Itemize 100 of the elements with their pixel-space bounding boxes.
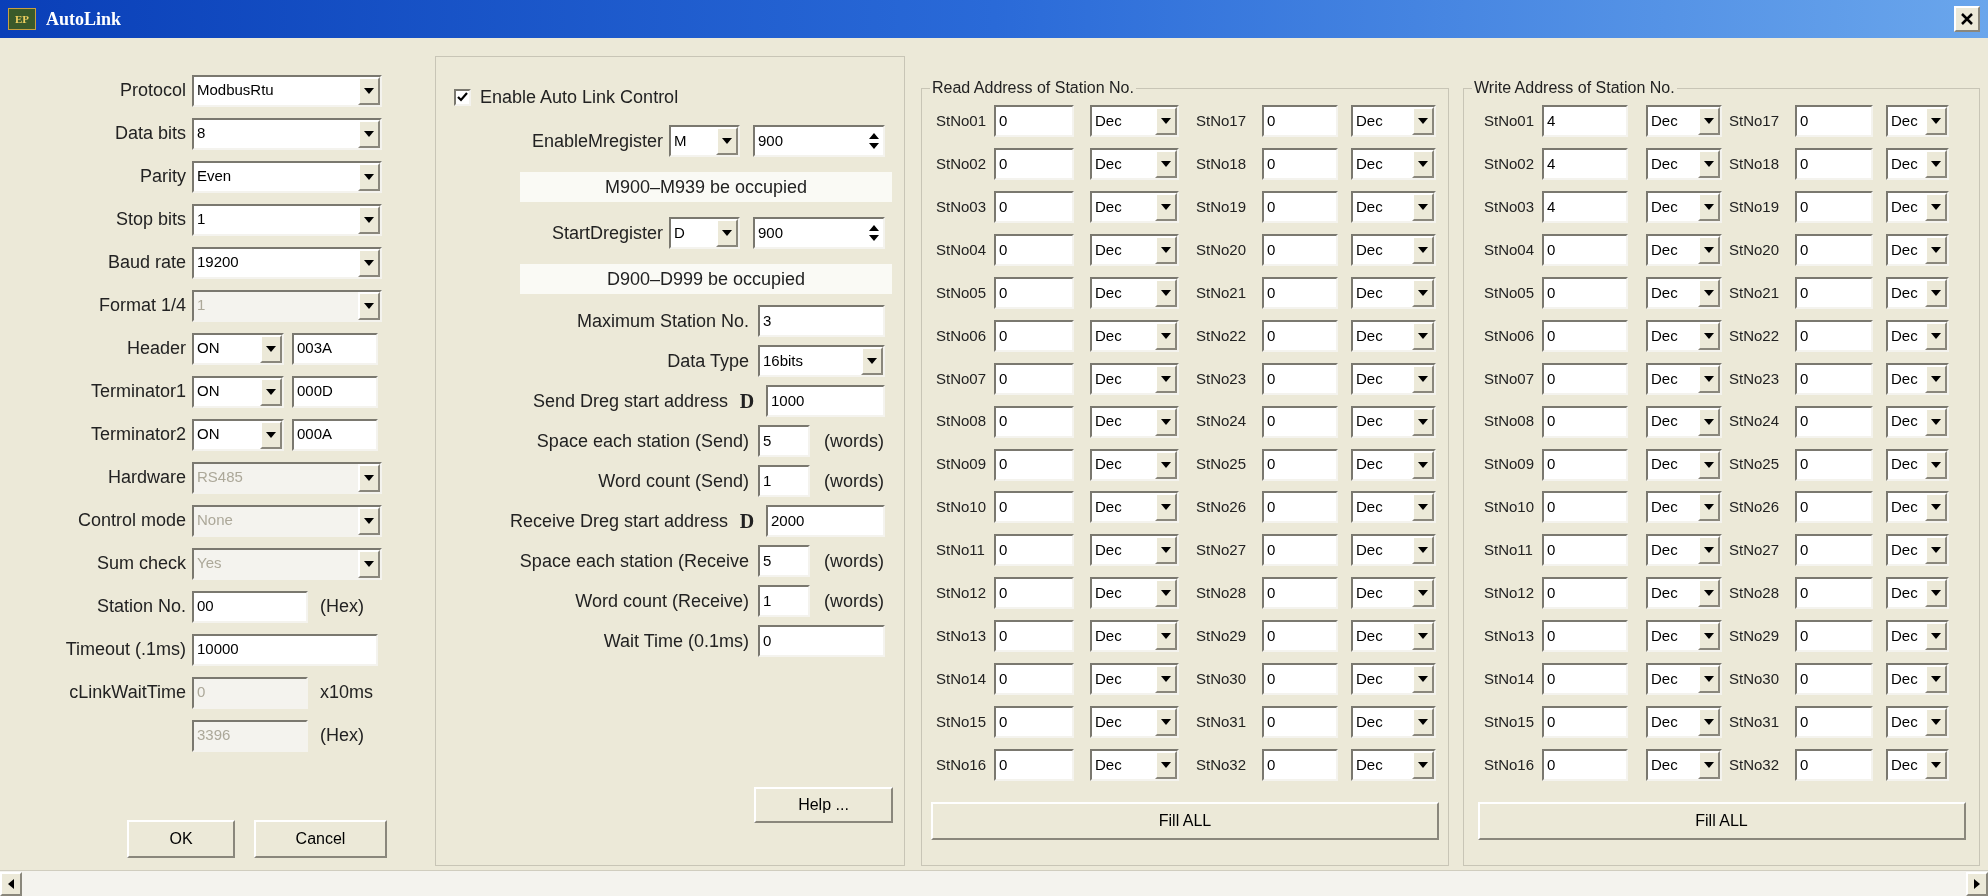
dropdown[interactable]: M xyxy=(669,125,740,157)
input-field[interactable]: 0 xyxy=(1795,663,1873,695)
input-field[interactable]: 0 xyxy=(994,319,1074,352)
input-field[interactable]: 0 xyxy=(1795,405,1873,438)
dropdown[interactable]: Dec xyxy=(1351,705,1436,738)
dropdown[interactable]: Dec xyxy=(1351,620,1436,653)
dropdown[interactable]: Dec xyxy=(1886,277,1949,309)
dropdown[interactable]: D xyxy=(669,217,740,249)
dropdown[interactable]: Dec xyxy=(1646,620,1722,653)
input-field[interactable]: 0 xyxy=(1795,577,1873,610)
input-field[interactable]: 0 xyxy=(1262,148,1338,181)
input-field[interactable]: 003A xyxy=(292,332,378,365)
input-field[interactable]: 0 xyxy=(1542,663,1628,695)
input-field[interactable]: 0 xyxy=(1542,405,1628,438)
input-field[interactable]: 0 xyxy=(994,148,1074,181)
scroll-right-icon[interactable] xyxy=(1966,871,1988,896)
input-field[interactable]: 0 xyxy=(1262,319,1338,352)
input-field[interactable]: 00 xyxy=(192,590,308,623)
dropdown[interactable]: Even xyxy=(192,160,382,193)
input-field[interactable]: 0 xyxy=(994,620,1074,653)
dropdown[interactable]: Dec xyxy=(1351,191,1436,224)
dropdown[interactable]: Dec xyxy=(1351,362,1436,395)
dropdown[interactable]: Dec xyxy=(1351,319,1436,352)
input-field[interactable]: 1 xyxy=(758,585,810,617)
input-field[interactable]: 0 xyxy=(1262,705,1338,738)
input-field[interactable]: 0 xyxy=(1542,234,1628,267)
dropdown[interactable]: Dec xyxy=(1351,405,1436,438)
input-field[interactable]: 2000 xyxy=(766,505,885,537)
input-field[interactable]: 0 xyxy=(1542,319,1628,352)
dropdown[interactable]: Dec xyxy=(1351,105,1436,138)
input-field[interactable]: 0 xyxy=(1542,491,1628,524)
scrollbar[interactable] xyxy=(0,870,1988,896)
input-field[interactable]: 0 xyxy=(994,748,1074,781)
dropdown[interactable]: ON xyxy=(192,418,284,451)
button[interactable]: Fill ALL xyxy=(931,802,1439,841)
dropdown[interactable]: ModbusRtu xyxy=(192,74,382,107)
dropdown[interactable]: Dec xyxy=(1646,491,1722,524)
button[interactable]: Help ... xyxy=(754,787,893,823)
dropdown[interactable]: Dec xyxy=(1886,534,1949,567)
dropdown[interactable]: Dec xyxy=(1351,148,1436,181)
input-field[interactable]: 000A xyxy=(292,418,378,451)
dropdown[interactable]: Dec xyxy=(1886,663,1949,695)
input-field[interactable]: 0 xyxy=(994,705,1074,738)
input-field[interactable]: 0 xyxy=(1542,277,1628,309)
input-field[interactable]: 0 xyxy=(1262,663,1338,695)
input-field[interactable]: 0 xyxy=(1262,191,1338,224)
dropdown[interactable]: Dec xyxy=(1090,663,1179,695)
dropdown[interactable]: Dec xyxy=(1090,234,1179,267)
dropdown[interactable]: Dec xyxy=(1090,319,1179,352)
input-field[interactable]: 0 xyxy=(1795,362,1873,395)
dropdown[interactable]: 1 xyxy=(192,203,382,236)
input-field[interactable]: 0 xyxy=(994,534,1074,567)
dropdown[interactable]: Dec xyxy=(1886,191,1949,224)
dropdown[interactable]: Dec xyxy=(1090,577,1179,610)
checkbox[interactable] xyxy=(454,88,471,106)
dropdown[interactable]: Dec xyxy=(1351,748,1436,781)
dropdown[interactable]: Dec xyxy=(1886,491,1949,524)
dropdown[interactable]: Dec xyxy=(1090,448,1179,481)
dropdown[interactable]: Dec xyxy=(1646,448,1722,481)
dropdown[interactable]: Dec xyxy=(1646,362,1722,395)
input-field[interactable]: 1 xyxy=(758,465,810,497)
input-field[interactable]: 0 xyxy=(1542,620,1628,653)
dropdown[interactable]: Dec xyxy=(1646,577,1722,610)
dropdown[interactable]: ON xyxy=(192,375,284,408)
input-field[interactable]: 0 xyxy=(1262,105,1338,138)
input-field[interactable]: 0 xyxy=(1262,362,1338,395)
spin-field[interactable]: 900 xyxy=(753,217,885,249)
dropdown[interactable]: Dec xyxy=(1646,534,1722,567)
input-field[interactable]: 0 xyxy=(1262,448,1338,481)
dropdown[interactable]: Dec xyxy=(1351,534,1436,567)
dropdown[interactable]: Dec xyxy=(1646,748,1722,781)
input-field[interactable]: 4 xyxy=(1542,191,1628,224)
dropdown[interactable]: Dec xyxy=(1090,191,1179,224)
input-field[interactable]: 0 xyxy=(1262,748,1338,781)
dropdown[interactable]: Dec xyxy=(1646,319,1722,352)
input-field[interactable]: 0 xyxy=(994,234,1074,267)
input-field[interactable]: 0 xyxy=(1262,491,1338,524)
dropdown[interactable]: Dec xyxy=(1886,105,1949,138)
dropdown[interactable]: Dec xyxy=(1886,620,1949,653)
dropdown[interactable]: Dec xyxy=(1090,105,1179,138)
dropdown[interactable]: Dec xyxy=(1351,491,1436,524)
input-field[interactable]: 0 xyxy=(1795,277,1873,309)
input-field[interactable]: 0 xyxy=(1795,191,1873,224)
dropdown[interactable]: Dec xyxy=(1886,234,1949,267)
input-field[interactable]: 0 xyxy=(1795,319,1873,352)
input-field[interactable]: 0 xyxy=(1795,491,1873,524)
dropdown[interactable]: Dec xyxy=(1351,234,1436,267)
dropdown[interactable]: Dec xyxy=(1090,748,1179,781)
input-field[interactable]: 0 xyxy=(1795,748,1873,781)
input-field[interactable]: 0 xyxy=(1542,748,1628,781)
close-button[interactable] xyxy=(1954,6,1980,32)
scroll-left-icon[interactable] xyxy=(0,871,22,896)
button[interactable]: Fill ALL xyxy=(1477,802,1966,841)
input-field[interactable]: 0 xyxy=(1262,534,1338,567)
input-field[interactable]: 1000 xyxy=(766,385,885,417)
input-field[interactable]: 0 xyxy=(1262,577,1338,610)
input-field[interactable]: 0 xyxy=(1795,705,1873,738)
input-field[interactable]: 0 xyxy=(994,577,1074,610)
dropdown[interactable]: Dec xyxy=(1886,448,1949,481)
input-field[interactable]: 0 xyxy=(994,663,1074,695)
